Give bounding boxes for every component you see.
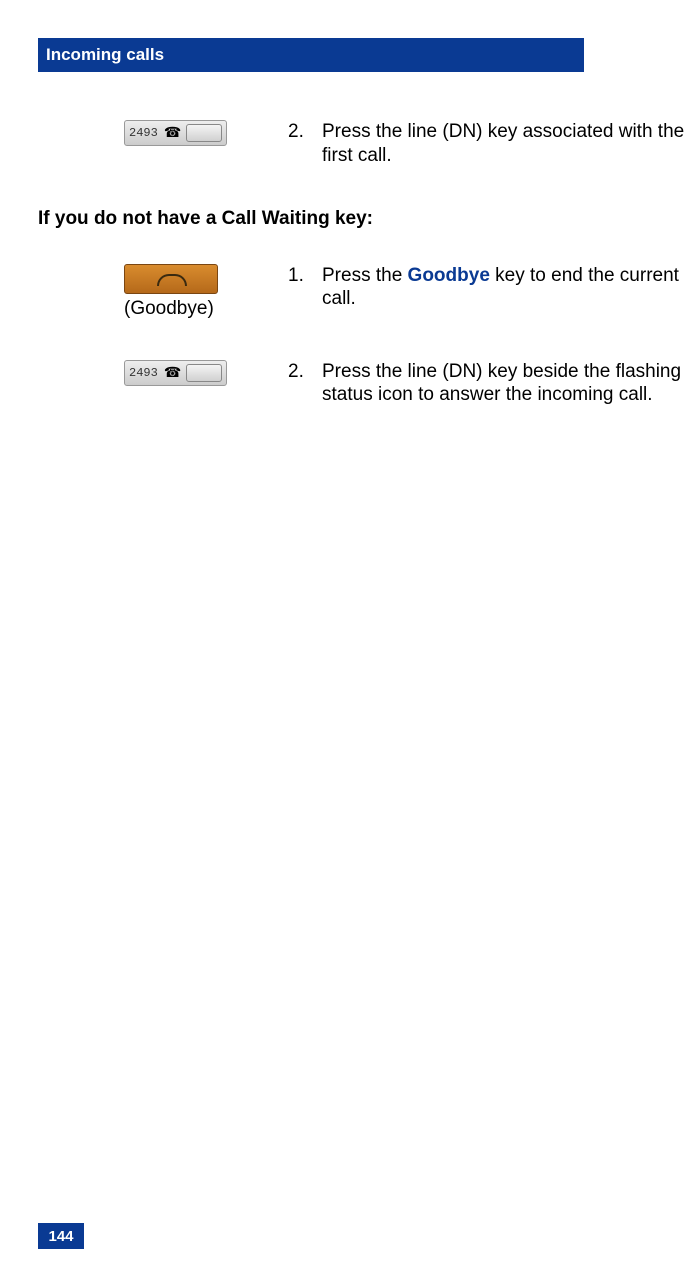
illustration-col: (Goodbye) [38,264,288,320]
list-item: 2. Press the line (DN) key associated wi… [288,120,694,168]
phone-icon [164,125,180,141]
instruction-row: (Goodbye) 1. Press the Goodbye key to en… [38,264,698,320]
keyword-goodbye: Goodbye [408,265,490,286]
step-body: Press the Goodbye key to end the current… [322,264,694,312]
step-text-before: Press the [322,265,408,286]
document-page: Incoming calls 2493 2. Press the line (D… [0,0,699,1275]
dn-line-key-illustration: 2493 [124,360,227,386]
line-key-button-icon [186,124,222,142]
dn-line-key-illustration: 2493 [124,120,227,146]
goodbye-key-illustration [124,264,218,294]
dn-number-label: 2493 [129,126,158,140]
page-number: 144 [38,1223,84,1249]
goodbye-key-label: (Goodbye) [124,298,288,320]
instruction-row: 2493 2. Press the line (DN) key beside t… [38,360,698,408]
instruction-text: 2. Press the line (DN) key beside the fl… [288,360,698,408]
page-content: 2493 2. Press the line (DN) key associat… [38,120,698,447]
handset-icon [157,272,185,286]
dn-number-label: 2493 [129,366,158,380]
phone-icon [164,365,180,381]
left-margin-stripe [0,0,38,1275]
illustration-col: 2493 [38,120,288,146]
illustration-col: 2493 [38,360,288,386]
list-item: 1. Press the Goodbye key to end the curr… [288,264,694,312]
step-body: Press the line (DN) key associated with … [322,120,694,168]
step-number: 2. [288,360,322,408]
step-number: 2. [288,120,322,168]
instruction-text: 1. Press the Goodbye key to end the curr… [288,264,698,312]
step-number: 1. [288,264,322,312]
line-key-button-icon [186,364,222,382]
instruction-text: 2. Press the line (DN) key associated wi… [288,120,698,168]
page-number-value: 144 [48,1228,73,1245]
list-item: 2. Press the line (DN) key beside the fl… [288,360,694,408]
page-header-title: Incoming calls [46,45,164,65]
page-header: Incoming calls [38,38,584,72]
section-subheading: If you do not have a Call Waiting key: [38,208,698,230]
step-body: Press the line (DN) key beside the flash… [322,360,694,408]
instruction-row: 2493 2. Press the line (DN) key associat… [38,120,698,168]
